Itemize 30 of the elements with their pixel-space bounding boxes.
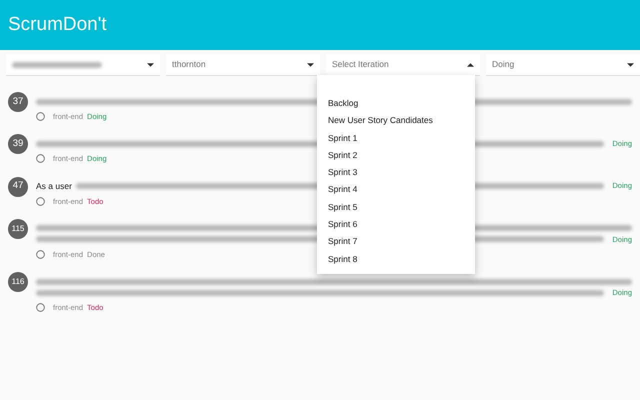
menu-item[interactable]: Sprint 4 [317, 181, 475, 199]
story-number: 37 [8, 92, 28, 112]
menu-item[interactable]: Sprint 7 [317, 233, 475, 251]
menu-item[interactable]: Sprint 8 [317, 250, 475, 268]
menu-item[interactable]: Sprint 6 [317, 216, 475, 234]
story-number: 116 [8, 272, 28, 292]
caret-down-icon [627, 62, 634, 66]
menu-item[interactable]: Sprint 5 [317, 198, 475, 216]
radio-button[interactable] [36, 154, 45, 164]
menu-item[interactable]: Backlog [317, 95, 475, 112]
radio-button[interactable] [36, 112, 45, 122]
radio-button[interactable] [36, 196, 45, 206]
story-number: 39 [8, 134, 28, 154]
app-title: ScrumDon't [8, 12, 107, 37]
menu-item[interactable]: New User Story Candidates [317, 112, 475, 130]
select-field[interactable]: Select Iteration [326, 54, 480, 76]
caret-up-icon [467, 62, 474, 66]
story-text: As a user [36, 180, 72, 192]
caret-down-icon [147, 62, 154, 66]
select-field[interactable]: Doing [486, 54, 640, 76]
story-number: 115 [8, 218, 28, 239]
radio-button[interactable] [36, 250, 45, 259]
menu-item[interactable]: Sprint 1 [317, 130, 475, 147]
menu-item[interactable]: Sprint 2 [317, 146, 475, 164]
select-field[interactable]: tthornton [166, 54, 320, 76]
menu-item[interactable]: Sprint 3 [317, 164, 475, 182]
radio-button[interactable] [36, 303, 45, 312]
story-number: 47 [8, 176, 28, 196]
caret-down-icon [307, 62, 314, 66]
select-field[interactable] [6, 54, 160, 76]
